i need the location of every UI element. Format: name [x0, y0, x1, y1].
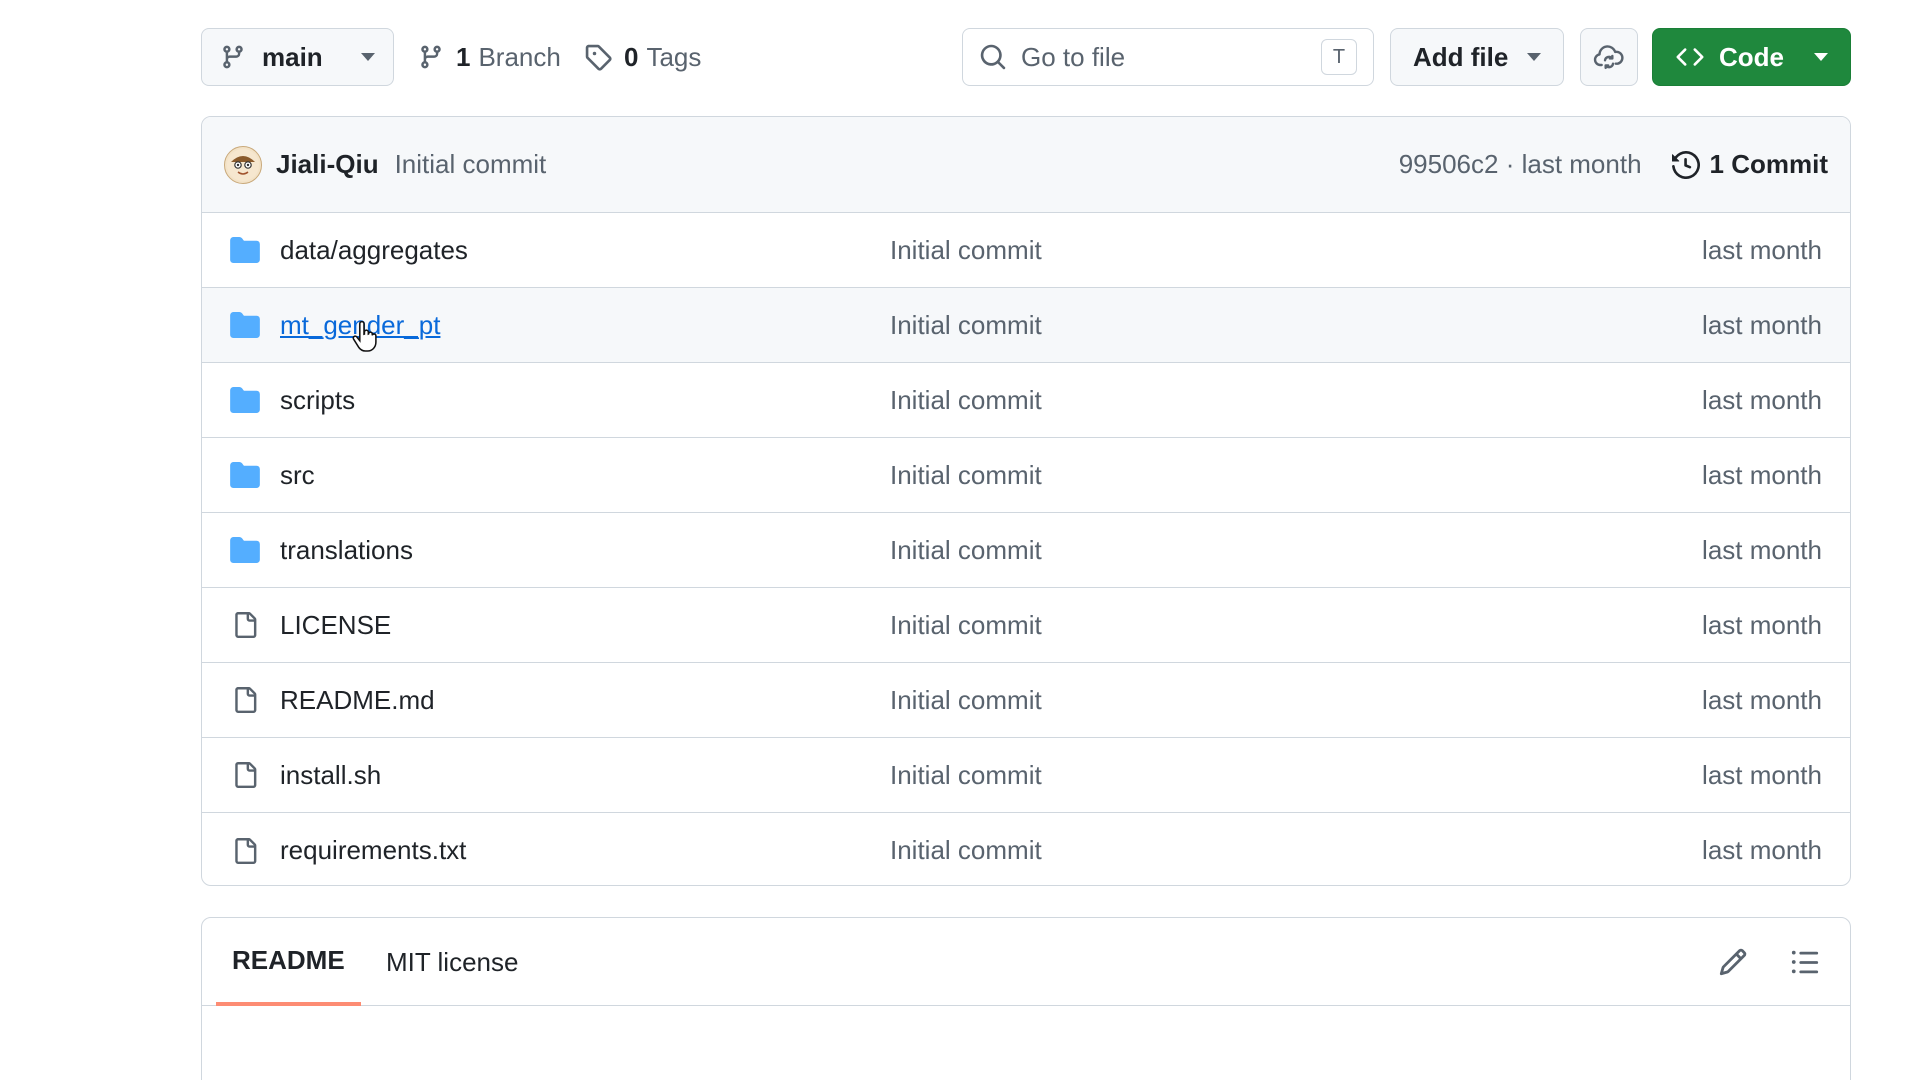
tab-mit-license[interactable]: MIT license: [386, 918, 518, 1006]
code-button[interactable]: Code: [1652, 28, 1851, 86]
search-icon: [980, 44, 1006, 70]
file-name-link[interactable]: install.sh: [280, 760, 381, 791]
branch-name: main: [262, 41, 323, 72]
commit-message[interactable]: Initial commit: [395, 149, 547, 180]
pencil-edit-icon[interactable]: [1718, 947, 1748, 977]
branches-link[interactable]: 1 Branch: [418, 28, 561, 86]
file-icon: [230, 685, 260, 715]
file-commit-message[interactable]: Initial commit: [890, 685, 1042, 716]
add-file-button[interactable]: Add file: [1390, 28, 1564, 86]
file-name-link[interactable]: requirements.txt: [280, 835, 466, 866]
commit-hash-and-time[interactable]: 99506c2 · last month: [1399, 149, 1642, 180]
go-to-file-search[interactable]: T: [962, 28, 1374, 86]
file-commit-message[interactable]: Initial commit: [890, 835, 1042, 866]
avatar-face-icon: [227, 148, 259, 181]
chevron-down-icon: [1814, 53, 1828, 61]
file-listing: Jiali-Qiu Initial commit 99506c2 · last …: [201, 116, 1851, 886]
branch-selector-button[interactable]: main: [201, 28, 394, 86]
tags-link[interactable]: 0 Tags: [584, 28, 701, 86]
tags-count: 0: [624, 41, 639, 72]
table-row[interactable]: README.md Initial commit last month: [202, 663, 1850, 738]
file-commit-message[interactable]: Initial commit: [890, 535, 1042, 566]
folder-icon: [230, 537, 260, 563]
folder-icon: [230, 387, 260, 413]
commit-count-label: 1 Commit: [1709, 149, 1828, 179]
file-name-link[interactable]: LICENSE: [280, 610, 391, 641]
search-input[interactable]: [1021, 41, 1301, 73]
file-name-link[interactable]: README.md: [280, 685, 435, 716]
tab-readme[interactable]: README: [216, 918, 361, 1006]
git-branch-icon: [223, 45, 243, 69]
file-commit-date: last month: [1702, 534, 1822, 565]
table-row[interactable]: LICENSE Initial commit last month: [202, 588, 1850, 663]
file-name-link[interactable]: src: [280, 460, 315, 491]
outline-list-icon[interactable]: [1790, 947, 1820, 977]
file-name-link[interactable]: translations: [280, 535, 413, 566]
table-row[interactable]: scripts Initial commit last month: [202, 363, 1850, 438]
code-icon: [1676, 48, 1704, 66]
folder-icon: [230, 237, 260, 263]
file-commit-date: last month: [1702, 835, 1822, 865]
table-row[interactable]: src Initial commit last month: [202, 438, 1850, 513]
avatar[interactable]: [224, 145, 262, 184]
readme-tabs: README MIT license: [202, 918, 1850, 1006]
file-commit-message[interactable]: Initial commit: [890, 610, 1042, 641]
file-commit-date: last month: [1702, 759, 1822, 790]
file-commit-date: last month: [1702, 384, 1822, 415]
table-row[interactable]: mt_gender_pt Initial commit last month: [202, 288, 1850, 363]
file-commit-date: last month: [1702, 609, 1822, 640]
chevron-down-icon: [361, 53, 375, 61]
commit-author[interactable]: Jiali-Qiu: [276, 149, 379, 180]
readme-actions: [1718, 918, 1820, 1006]
folder-icon: [230, 312, 260, 338]
file-icon: [230, 610, 260, 640]
keyboard-shortcut-hint: T: [1321, 39, 1357, 75]
table-row[interactable]: install.sh Initial commit last month: [202, 738, 1850, 813]
cloud-sync-icon: [1593, 45, 1624, 70]
file-icon: [230, 836, 260, 866]
chevron-down-icon: [1527, 53, 1541, 61]
file-commit-date: last month: [1702, 684, 1822, 715]
file-commit-message[interactable]: Initial commit: [890, 460, 1042, 491]
latest-commit-bar: Jiali-Qiu Initial commit 99506c2 · last …: [202, 117, 1850, 213]
file-commit-message[interactable]: Initial commit: [890, 310, 1042, 341]
file-name-link[interactable]: scripts: [280, 385, 355, 416]
file-commit-date: last month: [1702, 234, 1822, 265]
code-label: Code: [1719, 41, 1784, 72]
file-commit-date: last month: [1702, 309, 1822, 340]
file-name-link[interactable]: data/aggregates: [280, 235, 468, 266]
tags-label: Tags: [646, 41, 702, 72]
hand-cursor-icon: [352, 320, 377, 352]
codespaces-button[interactable]: [1580, 28, 1638, 86]
table-row[interactable]: requirements.txt Initial commit last mon…: [202, 813, 1850, 885]
file-commit-message[interactable]: Initial commit: [890, 385, 1042, 416]
table-row[interactable]: data/aggregates Initial commit last mont…: [202, 213, 1850, 288]
tag-icon: [585, 44, 612, 71]
file-commit-message[interactable]: Initial commit: [890, 235, 1042, 266]
branches-label: Branch: [478, 41, 561, 72]
file-rows: data/aggregates Initial commit last mont…: [202, 213, 1850, 885]
repo-toolbar: main 1 Branch 0 Tags T Add file Code: [0, 0, 1920, 110]
git-branch-icon: [421, 45, 441, 69]
file-icon: [230, 760, 260, 790]
file-commit-message[interactable]: Initial commit: [890, 760, 1042, 791]
file-commit-date: last month: [1702, 459, 1822, 490]
history-icon: [1671, 150, 1700, 179]
readme-panel: README MIT license: [201, 917, 1851, 1080]
folder-icon: [230, 462, 260, 488]
table-row[interactable]: translations Initial commit last month: [202, 513, 1850, 588]
branches-count: 1: [456, 41, 471, 72]
add-file-label: Add file: [1413, 41, 1509, 72]
commit-history-link[interactable]: 1 Commit: [1671, 149, 1828, 180]
